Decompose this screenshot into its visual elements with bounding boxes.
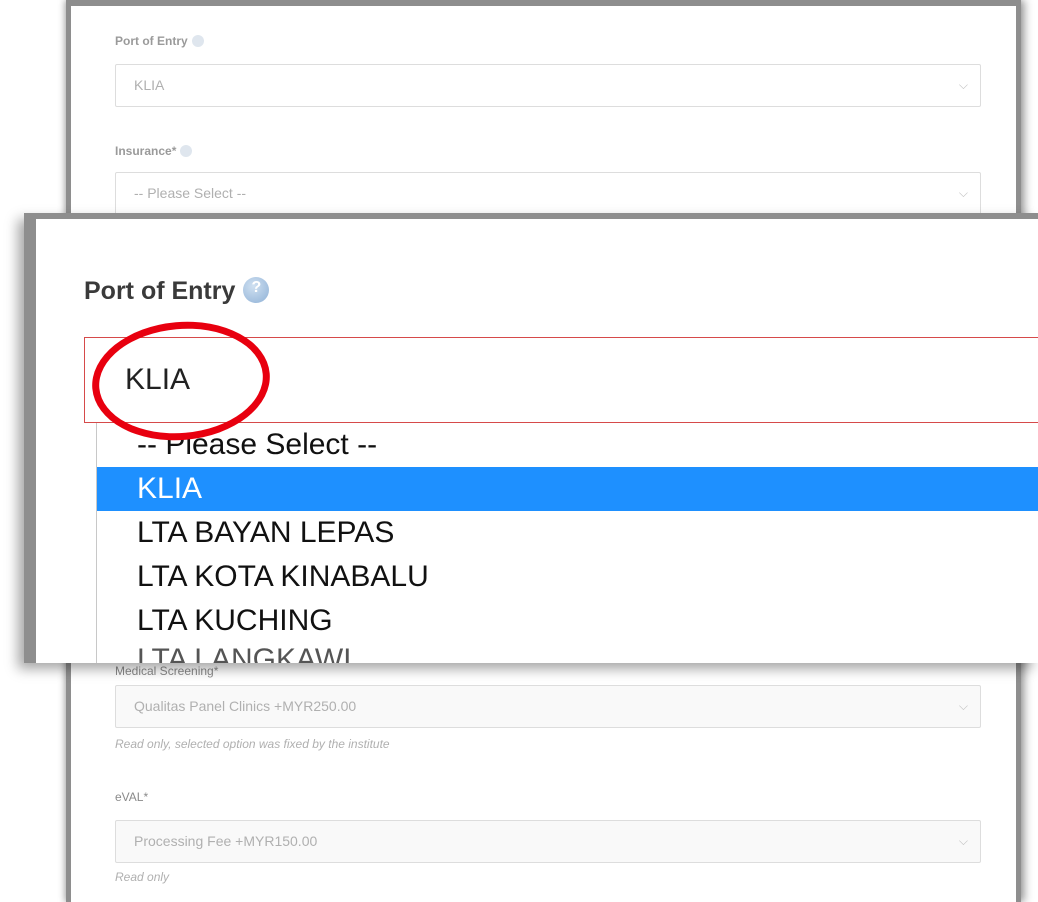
- chevron-down-icon: ⌵: [958, 834, 968, 848]
- port-of-entry-label-text: Port of Entry: [115, 34, 188, 48]
- help-icon[interactable]: [243, 277, 270, 303]
- chevron-down-icon: ⌵: [958, 699, 968, 713]
- chevron-down-icon: ⌵: [958, 78, 968, 92]
- chevron-down-icon: ⌵: [958, 186, 968, 200]
- insurance-label-text: Insurance*: [115, 144, 177, 158]
- help-icon[interactable]: [191, 35, 204, 47]
- port-of-entry-value: KLIA: [134, 77, 165, 93]
- option-lta-langkawi[interactable]: LTA LANGKAWI: [97, 643, 1038, 663]
- zoomed-port-of-entry-label: Port of Entry: [84, 277, 270, 306]
- insurance-value: -- Please Select --: [134, 185, 247, 201]
- help-icon[interactable]: [180, 145, 193, 157]
- eval-note: Read only: [115, 870, 170, 884]
- zoomed-label-text: Port of Entry: [84, 277, 236, 305]
- port-of-entry-label: Port of Entry: [115, 34, 204, 48]
- insurance-select[interactable]: -- Please Select -- ⌵: [115, 172, 981, 215]
- eval-label: eVAL*: [115, 790, 148, 804]
- medical-screening-label-text: Medical Screening*: [115, 664, 219, 678]
- option-klia[interactable]: KLIA: [97, 467, 1038, 511]
- option-lta-kota-kinabalu[interactable]: LTA KOTA KINABALU: [97, 555, 1038, 599]
- eval-label-text: eVAL*: [115, 790, 149, 804]
- option-please-select[interactable]: -- Please Select --: [97, 423, 1038, 467]
- option-lta-bayan-lepas[interactable]: LTA BAYAN LEPAS: [97, 511, 1038, 555]
- eval-value: Processing Fee +MYR150.00: [134, 833, 318, 849]
- port-of-entry-options-list[interactable]: -- Please Select -- KLIA LTA BAYAN LEPAS…: [96, 423, 1038, 663]
- zoomed-dropdown-callout: Port of Entry KLIA -- Please Select -- K…: [24, 213, 1038, 663]
- medical-screening-label: Medical Screening*: [115, 664, 218, 678]
- medical-screening-value: Qualitas Panel Clinics +MYR250.00: [134, 698, 357, 714]
- port-of-entry-select[interactable]: KLIA ⌵: [115, 64, 981, 107]
- insurance-label: Insurance*: [115, 144, 193, 158]
- eval-select: Processing Fee +MYR150.00 ⌵: [115, 820, 981, 863]
- medical-screening-note: Read only, selected option was fixed by …: [115, 737, 390, 751]
- medical-screening-select: Qualitas Panel Clinics +MYR250.00 ⌵: [115, 685, 981, 728]
- option-lta-kuching[interactable]: LTA KUCHING: [97, 599, 1038, 643]
